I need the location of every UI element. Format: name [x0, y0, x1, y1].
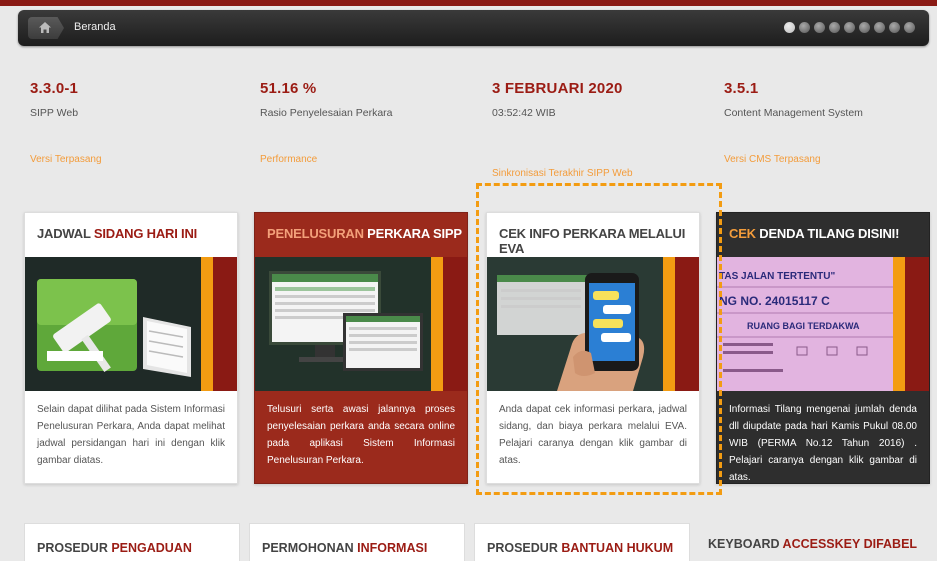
bottom-title-highlight: INFORMASI	[357, 541, 428, 555]
stat-label: 03:52:42 WIB	[492, 107, 556, 119]
card-title: PENELUSURAN PERKARA SIPP	[255, 213, 467, 257]
stat-label: Rasio Penyelesaian Perkara	[260, 107, 393, 119]
slider-dot[interactable]	[799, 22, 810, 33]
stat-value: 51.16 %	[260, 80, 317, 97]
decor-bar	[663, 257, 675, 391]
card-title-part: JADWAL	[37, 226, 94, 241]
bottom-title-highlight: PENGADUAN	[111, 541, 192, 555]
decor-bar	[675, 257, 699, 391]
card-description: Selain dapat dilihat pada Sistem Informa…	[37, 404, 225, 466]
card-description: Informasi Tilang mengenai jumlah denda d…	[729, 404, 917, 483]
stat-link[interactable]: Sinkronisasi Terakhir SIPP Web	[492, 168, 633, 179]
home-icon	[39, 22, 51, 33]
stat-link[interactable]: Versi CMS Terpasang	[724, 154, 821, 165]
card-title: JADWAL SIDANG HARI INI	[25, 213, 237, 257]
slider-dot[interactable]	[814, 22, 825, 33]
gavel-book-image[interactable]	[25, 257, 237, 391]
card-title-part: PENELUSURAN	[267, 226, 368, 241]
bottom-title-part: KEYBOARD	[708, 537, 783, 551]
stat-cms: 3.5.1 Content Management System	[724, 80, 937, 119]
breadcrumb-current[interactable]: Beranda	[74, 21, 116, 33]
bottom-card-bantuan-hukum[interactable]: PROSEDUR BANTUAN HUKUM	[474, 523, 690, 561]
card-cek-info-eva: CEK INFO PERKARA MELALUI EVA Anda dapat …	[486, 212, 700, 484]
bottom-card-informasi[interactable]: PERMOHONAN INFORMASI	[249, 523, 465, 561]
slider-dot[interactable]	[829, 22, 840, 33]
decor-bar	[905, 257, 929, 391]
bottom-title-part: PROSEDUR	[37, 541, 112, 555]
slider-dot[interactable]	[859, 22, 870, 33]
decor-bar	[201, 257, 213, 391]
slider-dot[interactable]	[904, 22, 915, 33]
traffic-ticket-image[interactable]: TAS JALAN TERTENTU" NG NO. 24015117 C RU…	[717, 257, 929, 391]
stat-value: 3.5.1	[724, 80, 759, 97]
card-denda-tilang: CEK DENDA TILANG DISINI! TAS JALAN TERTE…	[716, 212, 930, 484]
card-penelusuran-perkara: PENELUSURAN PERKARA SIPP Telusuri serta …	[254, 212, 468, 484]
card-title: CEK INFO PERKARA MELALUI EVA	[487, 213, 699, 257]
stat-link[interactable]: Performance	[260, 154, 317, 165]
home-button[interactable]	[28, 17, 64, 39]
stat-version: 3.3.0-1 SIPP Web	[30, 80, 250, 119]
stat-value: 3 FEBRUARI 2020	[492, 80, 623, 97]
decor-bar	[893, 257, 905, 391]
hand-smartphone-image[interactable]	[487, 257, 699, 391]
ticket-line: RUANG BAGI TERDAKWA	[747, 321, 860, 331]
stat-label: SIPP Web	[30, 107, 79, 119]
slider-dot[interactable]	[889, 22, 900, 33]
stat-link[interactable]: Versi Terpasang	[30, 154, 102, 165]
stats-row: 3.3.0-1 SIPP Web Versi Terpasang 51.16 %…	[30, 80, 920, 190]
slider-dots	[784, 22, 915, 33]
slider-dot[interactable]	[874, 22, 885, 33]
card-title: CEK DENDA TILANG DISINI!	[717, 213, 929, 257]
ticket-line: NG NO. 24015117 C	[719, 294, 830, 308]
card-description: Anda dapat cek informasi perkara, jadwal…	[499, 404, 687, 466]
bottom-title-part: PERMOHONAN	[262, 541, 358, 555]
decor-bar	[431, 257, 443, 391]
bottom-card-pengaduan[interactable]: PROSEDUR PENGADUAN	[24, 523, 240, 561]
decor-bar	[443, 257, 467, 391]
slider-dot[interactable]	[844, 22, 855, 33]
bottom-title-highlight: ACCESSKEY DIFABEL	[782, 537, 918, 551]
stat-label: Content Management System	[724, 107, 863, 119]
breadcrumb: Beranda	[18, 10, 929, 46]
bottom-card-accesskey[interactable]: KEYBOARD ACCESSKEY DIFABEL	[696, 520, 931, 561]
computer-screens-image[interactable]	[255, 257, 467, 391]
stat-value: 3.3.0-1	[30, 80, 79, 97]
stat-sync: 3 FEBRUARI 2020 03:52:42 WIB	[492, 80, 712, 119]
top-accent-line	[0, 0, 937, 6]
card-title-part: CEK	[729, 226, 760, 241]
bottom-title-highlight: BANTUAN HUKUM	[561, 541, 674, 555]
card-description: Telusuri serta awasi jalannya proses pen…	[267, 404, 455, 466]
decor-bar	[213, 257, 237, 391]
slider-dot[interactable]	[784, 22, 795, 33]
bottom-title-part: PROSEDUR	[487, 541, 562, 555]
ticket-line: TAS JALAN TERTENTU"	[719, 271, 835, 282]
card-title-highlight: SIDANG HARI INI	[93, 226, 198, 241]
card-jadwal-sidang: JADWAL SIDANG HARI INI Selain dapat dili…	[24, 212, 238, 484]
card-title-highlight: DENDA TILANG DISINI!	[759, 226, 900, 241]
card-title-highlight: PERKARA SIPP	[367, 226, 462, 241]
stat-performance: 51.16 % Rasio Penyelesaian Perkara	[260, 80, 480, 119]
card-title-part: CEK INFO PERKARA MELALUI EVA	[499, 226, 686, 256]
